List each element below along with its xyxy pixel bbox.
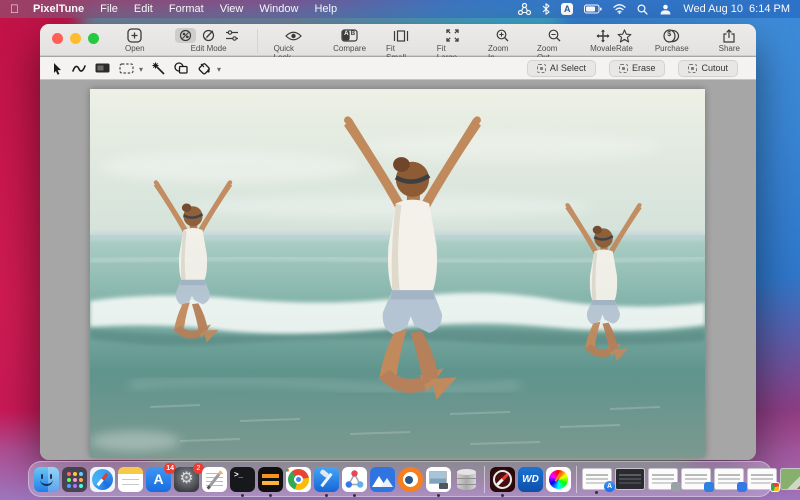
- pixeltune-window: Open Edit Mode: [40, 24, 756, 460]
- dock-textedit[interactable]: [202, 467, 227, 492]
- dock-photo-viewer[interactable]: [426, 467, 451, 492]
- app-menu-title[interactable]: PixelTune: [33, 3, 84, 15]
- dock-separator-2: [576, 466, 577, 493]
- zoom-window-button[interactable]: [88, 33, 99, 44]
- dock: A14 ⚙2 >_ WD A: [28, 461, 772, 497]
- minimized-window-thumbnail[interactable]: [615, 468, 645, 490]
- menu-file[interactable]: File: [100, 3, 118, 15]
- dock-terminal[interactable]: >_: [230, 467, 255, 492]
- coins-icon: $: [663, 28, 680, 43]
- star-icon: [617, 28, 632, 43]
- dock-chrome[interactable]: [286, 467, 311, 492]
- dock-safari[interactable]: [90, 467, 115, 492]
- fill-bucket-tool[interactable]: [197, 62, 212, 75]
- menu-window[interactable]: Window: [259, 3, 298, 15]
- minimized-window-thumbnail[interactable]: [648, 468, 678, 490]
- bluetooth-icon[interactable]: [542, 3, 550, 15]
- toolbar-separator: [257, 29, 258, 53]
- minimized-window-thumbnail[interactable]: [780, 468, 800, 490]
- rate-button[interactable]: Rate: [616, 28, 633, 53]
- selection-tool-chevron[interactable]: ▾: [139, 65, 143, 74]
- zoom-out-icon: [548, 28, 561, 43]
- main-toolbar: Open Edit Mode: [40, 24, 756, 56]
- dock-app-store[interactable]: A14: [146, 467, 171, 492]
- dock-wd-discovery[interactable]: WD: [518, 467, 543, 492]
- dock-color-wheel-app[interactable]: [546, 467, 571, 492]
- shapes-tool[interactable]: [174, 62, 188, 74]
- cutout-icon: [688, 64, 697, 73]
- fit-small-icon: [393, 28, 409, 43]
- fill-tool-chevron[interactable]: ▾: [217, 65, 221, 74]
- erase-icon: [619, 64, 628, 73]
- menu-view[interactable]: View: [220, 3, 244, 15]
- compare-ab-icon: A B: [341, 28, 358, 43]
- input-source-icon[interactable]: A: [561, 3, 573, 15]
- dock-finder[interactable]: [34, 467, 59, 492]
- wifi-icon[interactable]: [613, 4, 626, 14]
- desktop:  PixelTune File Edit Format View Window…: [0, 0, 800, 500]
- workflow-status-icon[interactable]: [518, 3, 531, 15]
- menubar-date: Wed Aug 10: [683, 3, 743, 15]
- open-button[interactable]: Open: [125, 28, 145, 53]
- dock-retro-widget-app[interactable]: [258, 467, 283, 492]
- open-icon: [127, 28, 142, 43]
- menu-bar:  PixelTune File Edit Format View Window…: [0, 0, 800, 18]
- magic-wand-tool[interactable]: [152, 62, 165, 75]
- minimized-window-thumbnail[interactable]: [714, 468, 744, 490]
- ai-select-button[interactable]: AI Select: [527, 60, 596, 77]
- user-switch-icon[interactable]: [659, 4, 672, 15]
- mosaic-rect-tool[interactable]: [95, 63, 110, 73]
- battery-icon[interactable]: [584, 4, 602, 14]
- apple-menu-icon[interactable]: : [10, 2, 19, 16]
- dock-notes[interactable]: [118, 467, 143, 492]
- edit-mode-control: Edit Mode: [175, 28, 243, 53]
- cursor-tool[interactable]: [52, 62, 63, 75]
- menu-edit[interactable]: Edit: [134, 3, 153, 15]
- edit-mode-effects-segment[interactable]: [175, 28, 196, 43]
- dock-mountains-app[interactable]: [370, 467, 395, 492]
- dock-gauge-app[interactable]: [490, 467, 515, 492]
- dock-xcode[interactable]: [314, 467, 339, 492]
- menu-format[interactable]: Format: [169, 3, 204, 15]
- close-button[interactable]: [52, 33, 63, 44]
- editor-canvas[interactable]: [40, 81, 756, 460]
- cutout-button[interactable]: Cutout: [678, 60, 738, 77]
- move-arrows-icon: [596, 28, 610, 43]
- menubar-time: 6:14 PM: [749, 3, 790, 15]
- fit-large-icon: [446, 28, 459, 43]
- menubar-clock[interactable]: Wed Aug 10 6:14 PM: [683, 3, 790, 15]
- zoom-in-icon: [496, 28, 509, 43]
- edit-mode-annotate-segment[interactable]: [198, 28, 219, 43]
- tools-bar: ▾ ▾ AI Select Erase: [40, 57, 756, 80]
- dock-system-preferences[interactable]: ⚙2: [174, 467, 199, 492]
- share-button[interactable]: Share: [719, 28, 740, 53]
- compare-button[interactable]: A B Compare: [333, 28, 366, 53]
- share-icon: [723, 28, 735, 43]
- minimize-button[interactable]: [70, 33, 81, 44]
- menu-help[interactable]: Help: [314, 3, 337, 15]
- freehand-draw-tool[interactable]: [72, 63, 86, 74]
- beach-photo[interactable]: [90, 89, 705, 457]
- dock-launchpad[interactable]: [62, 467, 87, 492]
- edit-mode-adjust-segment[interactable]: [221, 28, 243, 43]
- minimized-window-thumbnail[interactable]: [681, 468, 711, 490]
- ai-select-icon: [537, 64, 546, 73]
- purchase-button[interactable]: $ Purchase: [655, 28, 689, 53]
- dock-database-app[interactable]: [454, 467, 479, 492]
- eye-icon: [285, 28, 302, 43]
- minimized-window-thumbnail[interactable]: A: [582, 468, 612, 490]
- move-button[interactable]: Movale: [590, 28, 616, 53]
- dock-separator: [484, 466, 485, 493]
- selection-tool[interactable]: [119, 63, 134, 74]
- dock-blender[interactable]: [398, 467, 423, 492]
- spotlight-icon[interactable]: [637, 4, 648, 15]
- minimized-window-thumbnail[interactable]: [747, 468, 777, 490]
- erase-button[interactable]: Erase: [609, 60, 666, 77]
- dock-pixeltune[interactable]: [342, 467, 367, 492]
